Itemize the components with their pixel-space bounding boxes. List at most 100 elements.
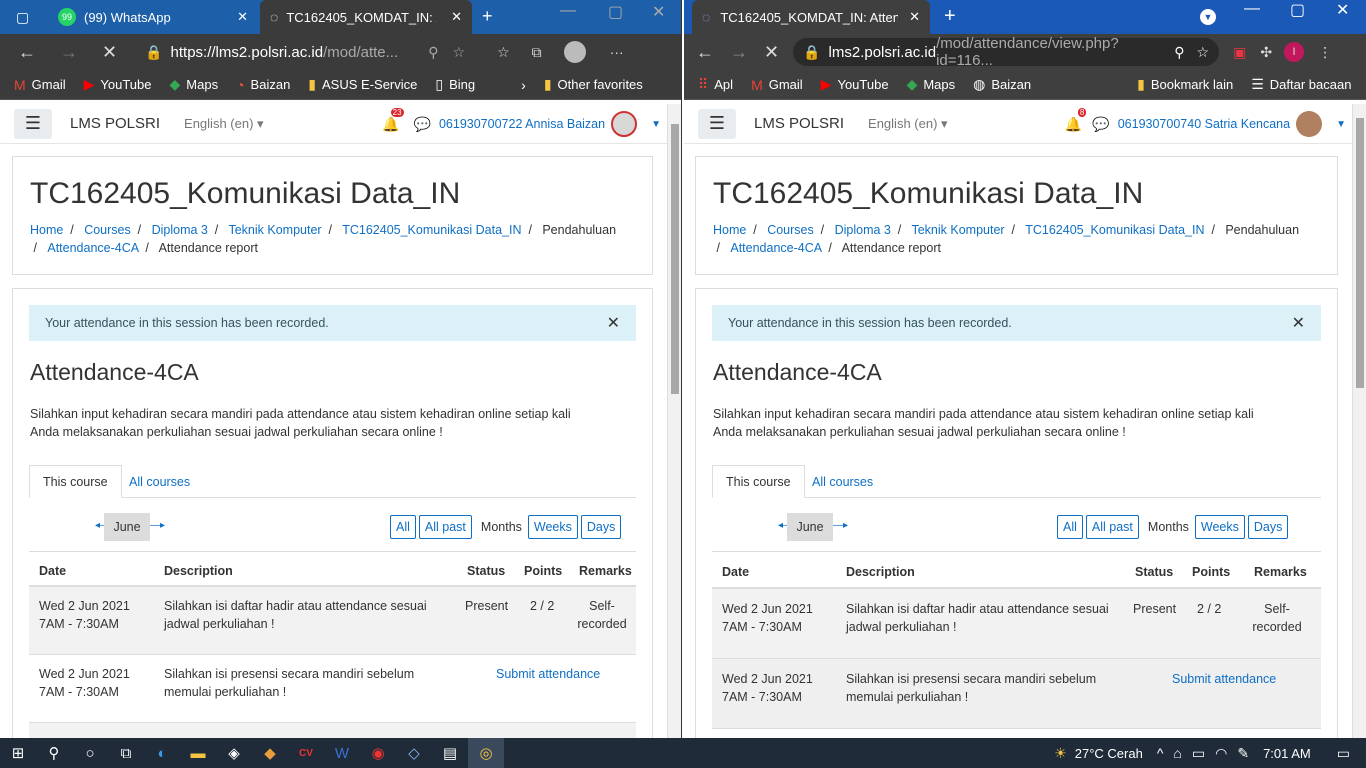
weather-icon[interactable]: ☀ bbox=[1054, 745, 1067, 762]
tab-all-courses[interactable]: All courses bbox=[116, 465, 203, 498]
new-tab-icon[interactable]: + bbox=[944, 5, 956, 28]
tab-komdat[interactable]: ◌ TC162405_KOMDAT_IN: Att ✕ bbox=[260, 0, 472, 34]
close-icon[interactable]: ✕ bbox=[1292, 313, 1305, 333]
bookmark-lain[interactable]: ▮ Bookmark lain bbox=[1137, 76, 1233, 93]
cortana-icon[interactable]: ○ bbox=[72, 738, 108, 768]
other-favorites[interactable]: ▮ Other favorites bbox=[544, 76, 643, 93]
message-icon[interactable]: 💬 bbox=[414, 116, 431, 133]
bookmark-youtube[interactable]: ▶ YouTube bbox=[821, 76, 889, 93]
extension-icon[interactable]: ▣ bbox=[1233, 44, 1246, 61]
bookmark-apps[interactable]: ⠿ Apl bbox=[698, 76, 733, 93]
back-icon[interactable]: ← bbox=[696, 42, 714, 63]
forward-icon[interactable]: → bbox=[730, 42, 748, 63]
bookmark-gmail[interactable]: M Gmail bbox=[14, 77, 66, 93]
user-name[interactable]: 061930700722 Annisa Baizan bbox=[439, 117, 605, 131]
menu-icon[interactable]: ☰ bbox=[698, 108, 736, 139]
breadcrumb-teknik[interactable]: Teknik Komputer bbox=[228, 223, 321, 237]
forward-icon[interactable]: → bbox=[60, 42, 78, 63]
app-icon[interactable]: CV bbox=[288, 738, 324, 768]
reading-list[interactable]: ☰ Daftar bacaan bbox=[1251, 76, 1351, 93]
minimize-icon[interactable]: — bbox=[560, 2, 576, 20]
weather-text[interactable]: 27°C Cerah bbox=[1075, 746, 1143, 761]
app-icon[interactable]: ▤ bbox=[432, 738, 468, 768]
chrome-icon[interactable]: ◎ bbox=[468, 738, 504, 768]
more-menu-icon[interactable]: ⋮ bbox=[1318, 44, 1332, 61]
close-icon[interactable]: ✕ bbox=[909, 9, 920, 25]
new-tab-icon[interactable]: + bbox=[482, 6, 493, 27]
month-selector[interactable]: June bbox=[104, 513, 150, 541]
language-menu[interactable]: English (en) ▾ bbox=[868, 116, 948, 132]
chevron-up-icon[interactable]: ^ bbox=[1157, 745, 1164, 761]
avatar[interactable] bbox=[1296, 111, 1323, 137]
battery-icon[interactable]: ▭ bbox=[1192, 745, 1205, 762]
window-close-icon[interactable]: ✕ bbox=[1336, 0, 1349, 20]
close-icon[interactable]: ✕ bbox=[607, 313, 620, 333]
bookmark-star-icon[interactable]: ☆ bbox=[1197, 44, 1210, 61]
stop-icon[interactable]: ✕ bbox=[102, 42, 117, 63]
scrollbar[interactable] bbox=[667, 104, 681, 738]
zoom-icon[interactable]: ⚲ bbox=[1174, 44, 1184, 61]
bookmark-gmail[interactable]: M Gmail bbox=[751, 77, 803, 93]
profile-avatar[interactable] bbox=[563, 41, 586, 63]
favorite-star-icon[interactable]: ☆ bbox=[453, 44, 466, 61]
breadcrumb-attendance[interactable]: Attendance-4CA bbox=[47, 241, 138, 255]
tab-this-course[interactable]: This course bbox=[712, 465, 805, 498]
breadcrumb-home[interactable]: Home bbox=[713, 223, 746, 237]
filter-all-past[interactable]: All past bbox=[418, 515, 472, 539]
submit-attendance-link[interactable]: Submit attendance bbox=[1172, 670, 1276, 688]
stop-icon[interactable]: ✕ bbox=[764, 42, 779, 63]
filter-weeks[interactable]: Weeks bbox=[1194, 515, 1245, 539]
bell-icon[interactable]: 🔔 8 bbox=[1065, 107, 1087, 133]
address-bar[interactable]: 🔒 lms2.polsri.ac.id/mod/attendance/view.… bbox=[793, 35, 1220, 69]
scroll-thumb[interactable] bbox=[1356, 118, 1364, 388]
pen-icon[interactable]: ✎ bbox=[1237, 745, 1249, 762]
submit-attendance-link[interactable]: Submit attendance bbox=[496, 665, 600, 683]
site-name[interactable]: LMS POLSRI bbox=[754, 115, 844, 132]
clock[interactable]: 7:01 AM bbox=[1263, 746, 1311, 761]
breadcrumb-home[interactable]: Home bbox=[30, 223, 63, 237]
back-icon[interactable]: ← bbox=[18, 42, 36, 63]
favorites-icon[interactable]: ☆ bbox=[497, 44, 510, 61]
window-close-icon[interactable]: ✕ bbox=[652, 2, 665, 22]
profile-avatar[interactable]: I bbox=[1284, 42, 1305, 62]
record-icon[interactable]: ◉ bbox=[360, 738, 396, 768]
bell-icon[interactable]: 🔔 23 bbox=[382, 107, 404, 133]
close-icon[interactable]: ✕ bbox=[237, 9, 248, 25]
filter-all-past[interactable]: All past bbox=[1085, 515, 1139, 539]
breadcrumb-course[interactable]: TC162405_Komunikasi Data_IN bbox=[1025, 223, 1204, 237]
breadcrumb-teknik[interactable]: Teknik Komputer bbox=[911, 223, 1004, 237]
bookmark-youtube[interactable]: ▶ YouTube bbox=[84, 76, 152, 93]
bookmark-asus[interactable]: ▮ ASUS E-Service bbox=[308, 76, 417, 93]
bookmark-maps[interactable]: ◆ Maps bbox=[170, 76, 219, 93]
maximize-icon[interactable]: ▢ bbox=[1290, 0, 1305, 20]
avatar[interactable] bbox=[611, 111, 638, 137]
maximize-icon[interactable]: ▢ bbox=[608, 2, 623, 22]
filter-all[interactable]: All bbox=[390, 515, 416, 539]
zoom-icon[interactable]: ⚲ bbox=[428, 44, 438, 61]
language-menu[interactable]: English (en) ▾ bbox=[184, 116, 264, 132]
filter-all[interactable]: All bbox=[1057, 515, 1083, 539]
tab-this-course[interactable]: This course bbox=[29, 465, 122, 498]
wifi-icon[interactable]: ◠ bbox=[1215, 745, 1227, 762]
tab-actions-icon[interactable]: ▢ bbox=[16, 9, 29, 26]
file-explorer-icon[interactable]: ▬ bbox=[180, 738, 216, 768]
tab-komdat[interactable]: ◌ TC162405_KOMDAT_IN: Attendar ✕ bbox=[692, 0, 930, 34]
user-name[interactable]: 061930700740 Satria Kencana bbox=[1118, 117, 1290, 131]
filter-weeks[interactable]: Weeks bbox=[527, 515, 578, 539]
tab-all-courses[interactable]: All courses bbox=[799, 465, 886, 498]
tab-search-icon[interactable]: ▼ bbox=[1200, 9, 1216, 25]
breadcrumb-course[interactable]: TC162405_Komunikasi Data_IN bbox=[342, 223, 521, 237]
collections-icon[interactable]: ⧉ bbox=[532, 44, 542, 61]
close-icon[interactable]: ✕ bbox=[451, 9, 462, 25]
scroll-thumb[interactable] bbox=[671, 124, 679, 394]
windows-start-icon[interactable]: ⊞ bbox=[0, 738, 36, 768]
next-month-icon[interactable]: —▸ bbox=[833, 520, 848, 531]
chevron-right-icon[interactable]: › bbox=[521, 77, 526, 93]
bookmark-baizan[interactable]: ◔ Baizan bbox=[236, 77, 290, 93]
app-icon[interactable]: ◆ bbox=[252, 738, 288, 768]
breadcrumb-diploma[interactable]: Diploma 3 bbox=[835, 223, 891, 237]
word-icon[interactable]: W bbox=[324, 738, 360, 768]
app-icon[interactable]: ◈ bbox=[216, 738, 252, 768]
notification-center-icon[interactable]: ▭ bbox=[1337, 745, 1350, 762]
bookmark-baizan[interactable]: ◍ Baizan bbox=[973, 76, 1031, 93]
